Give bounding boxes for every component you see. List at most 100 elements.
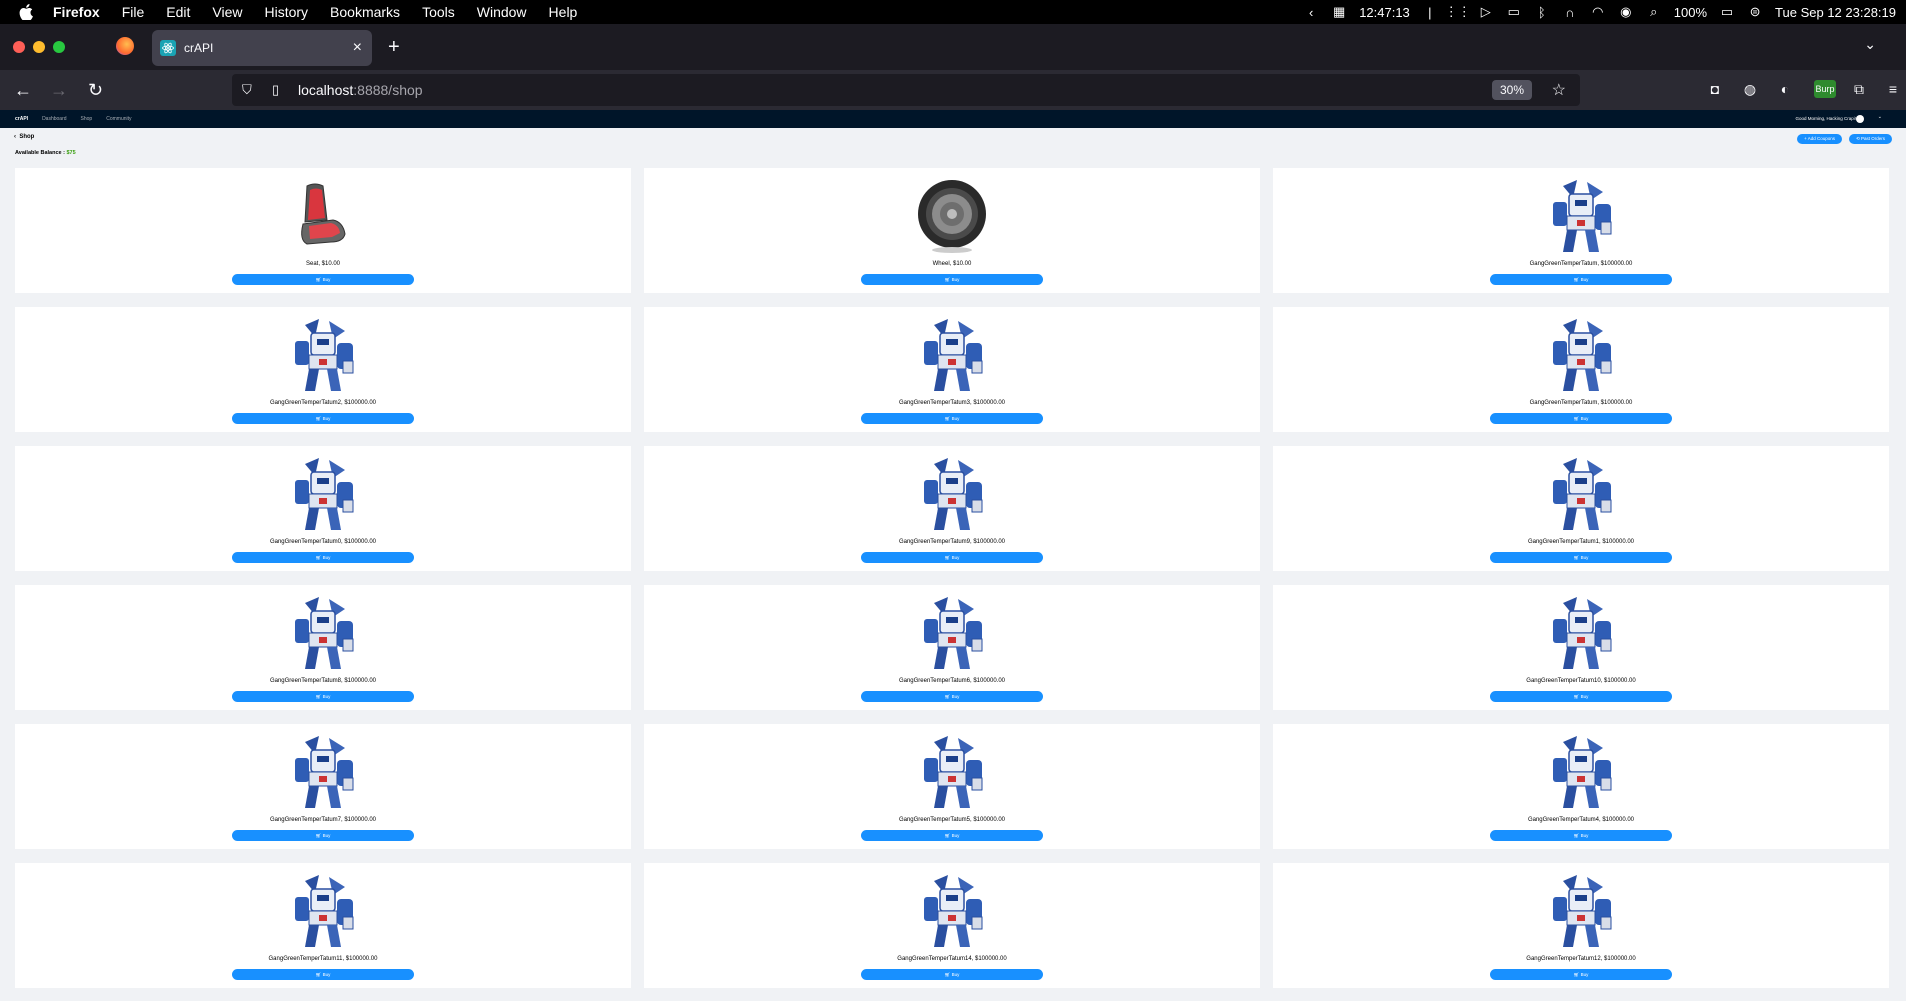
buy-button[interactable]: 🛒︎ Buy <box>861 552 1043 563</box>
cart-icon: 🛒︎ <box>315 555 323 560</box>
buy-button[interactable]: 🛒︎ Buy <box>1490 552 1672 563</box>
buy-button[interactable]: 🛒︎ Buy <box>861 413 1043 424</box>
page-info-icon[interactable]: ▯ <box>272 82 286 98</box>
tab-crapi[interactable]: crAPI × <box>152 30 372 66</box>
buy-button[interactable]: 🛒︎ Buy <box>861 691 1043 702</box>
past-orders-button[interactable]: ⟲ Past Orders <box>1848 134 1892 144</box>
close-tab-icon[interactable]: × <box>353 39 362 57</box>
buy-label: Buy <box>951 694 960 699</box>
buy-label: Buy <box>1580 416 1589 421</box>
buy-button[interactable]: 🛒︎ Buy <box>1490 691 1672 702</box>
buy-button[interactable]: 🛒︎ Buy <box>861 830 1043 841</box>
reload-icon[interactable]: ↻ <box>88 80 103 101</box>
buy-button[interactable]: 🛒︎ Buy <box>861 274 1043 285</box>
chevron-down-icon[interactable]: ⌄ <box>1878 114 1882 120</box>
app-header: crAPI Dashboard Shop Community Good Morn… <box>0 110 1906 128</box>
buy-button[interactable]: 🛒︎ Buy <box>232 552 414 563</box>
back-shop-link[interactable]: ‹ Shop <box>14 134 34 140</box>
control-center-icon[interactable]: ⊜ <box>1747 4 1763 19</box>
product-name: GangGreenTemperTatum5, $100000.00 <box>898 817 1006 823</box>
nav-shop[interactable]: Shop <box>81 116 93 122</box>
bluetooth-icon[interactable]: ᛒ <box>1534 5 1550 20</box>
keyboard-icon[interactable]: ▦ <box>1331 4 1347 19</box>
tracking-shield-icon[interactable]: ⛉ <box>242 82 258 98</box>
menu-window[interactable]: Window <box>477 4 527 20</box>
browser-tabbar: crAPI × + ⌄ <box>0 24 1906 70</box>
add-coupons-label: Add Coupons <box>1807 136 1835 141</box>
extensions-puzzle-icon[interactable]: ⧉ <box>1850 80 1868 98</box>
buy-button[interactable]: 🛒︎ Buy <box>1490 413 1672 424</box>
hamburger-menu-icon[interactable]: ≡ <box>1884 80 1902 98</box>
menu-bookmarks[interactable]: Bookmarks <box>330 4 400 20</box>
firefox-view-icon[interactable] <box>116 37 134 55</box>
menu-tools[interactable]: Tools <box>422 4 455 20</box>
menu-view[interactable]: View <box>212 4 242 20</box>
menu-edit[interactable]: Edit <box>166 4 190 20</box>
cookie-extension-icon[interactable]: ◍ <box>1741 80 1759 98</box>
avatar[interactable] <box>1856 115 1864 123</box>
user-icon[interactable]: ◉ <box>1618 4 1634 19</box>
buy-button[interactable]: 🛒︎ Buy <box>1490 830 1672 841</box>
buy-label: Buy <box>951 555 960 560</box>
product-name: Wheel, $10.00 <box>932 261 972 267</box>
burp-extension-icon[interactable]: Burp <box>1814 80 1836 98</box>
back-arrow-icon[interactable]: ← <box>14 80 32 101</box>
product-card: GangGreenTemperTatum, $100000.00 🛒︎ Buy <box>1273 307 1889 432</box>
buy-button[interactable]: 🛒︎ Buy <box>232 969 414 980</box>
bookmark-star-icon[interactable]: ☆ <box>1552 80 1566 100</box>
privacy-extension-icon[interactable]: ◐ <box>1776 80 1794 98</box>
buy-label: Buy <box>951 277 960 282</box>
url-bar[interactable]: ⛉ ▯ localhost:8888/shop 30% ☆ <box>232 74 1580 106</box>
pocket-icon[interactable]: ◘ <box>1706 80 1724 98</box>
buy-label: Buy <box>1580 277 1589 282</box>
headphones-icon[interactable]: ∩ <box>1562 5 1578 20</box>
product-name: GangGreenTemperTatum12, $100000.00 <box>1526 956 1636 962</box>
buy-button[interactable]: 🛒︎ Buy <box>232 274 414 285</box>
menu-file[interactable]: File <box>122 4 145 20</box>
product-card: GangGreenTemperTatum11, $100000.00 🛒︎ Buy <box>15 863 631 988</box>
new-tab-icon[interactable]: + <box>388 36 400 59</box>
menu-history[interactable]: History <box>264 4 308 20</box>
buy-label: Buy <box>1580 972 1589 977</box>
search-icon[interactable]: ⌕ <box>1646 4 1662 19</box>
buy-button[interactable]: 🛒︎ Buy <box>1490 969 1672 980</box>
product-name: GangGreenTemperTatum8, $100000.00 <box>269 678 377 684</box>
product-card: GangGreenTemperTatum3, $100000.00 🛒︎ Buy <box>644 307 1260 432</box>
buy-button[interactable]: 🛒︎ Buy <box>232 830 414 841</box>
url-text[interactable]: localhost:8888/shop <box>298 82 423 98</box>
grid-icon[interactable]: ⋮⋮ <box>1445 4 1471 19</box>
buy-label: Buy <box>1580 694 1589 699</box>
cart-icon: 🛒︎ <box>315 972 323 977</box>
buy-button[interactable]: 🛒︎ Buy <box>232 413 414 424</box>
product-name: GangGreenTemperTatum9, $100000.00 <box>898 539 1006 545</box>
forward-arrow-icon[interactable]: → <box>50 80 68 101</box>
display-icon[interactable]: ▭ <box>1506 4 1522 19</box>
nav-dashboard[interactable]: Dashboard <box>42 116 66 122</box>
battery-icon[interactable]: ▭ <box>1719 4 1735 19</box>
menu-app-name[interactable]: Firefox <box>53 4 100 20</box>
buy-label: Buy <box>1580 555 1589 560</box>
product-card: GangGreenTemperTatum, $100000.00 🛒︎ Buy <box>1273 168 1889 293</box>
buy-button[interactable]: 🛒︎ Buy <box>232 691 414 702</box>
close-window-button[interactable] <box>13 41 25 53</box>
buy-button[interactable]: 🛒︎ Buy <box>861 969 1043 980</box>
app-brand[interactable]: crAPI <box>15 116 28 122</box>
wifi-icon[interactable]: ◠ <box>1590 4 1606 19</box>
cart-icon: 🛒︎ <box>315 833 323 838</box>
minimize-window-button[interactable] <box>33 41 45 53</box>
maximize-window-button[interactable] <box>53 41 65 53</box>
buy-button[interactable]: 🛒︎ Buy <box>1490 274 1672 285</box>
nav-community[interactable]: Community <box>106 116 131 122</box>
list-all-tabs-icon[interactable]: ⌄ <box>1864 36 1876 53</box>
menu-help[interactable]: Help <box>549 4 578 20</box>
product-name: GangGreenTemperTatum0, $100000.00 <box>269 539 377 545</box>
robot-image <box>285 873 361 949</box>
product-name: GangGreenTemperTatum11, $100000.00 <box>268 956 378 962</box>
chevron-left-icon[interactable]: ‹ <box>1303 5 1319 20</box>
play-icon[interactable]: ▷ <box>1478 4 1494 19</box>
available-balance: Available Balance : $75 <box>15 150 76 156</box>
add-coupons-button[interactable]: + Add Coupons <box>1797 134 1842 144</box>
zoom-level-button[interactable]: 30% <box>1491 80 1532 100</box>
apple-icon[interactable] <box>19 4 35 20</box>
menubar-datetime[interactable]: Tue Sep 12 23:28:19 <box>1775 5 1896 20</box>
